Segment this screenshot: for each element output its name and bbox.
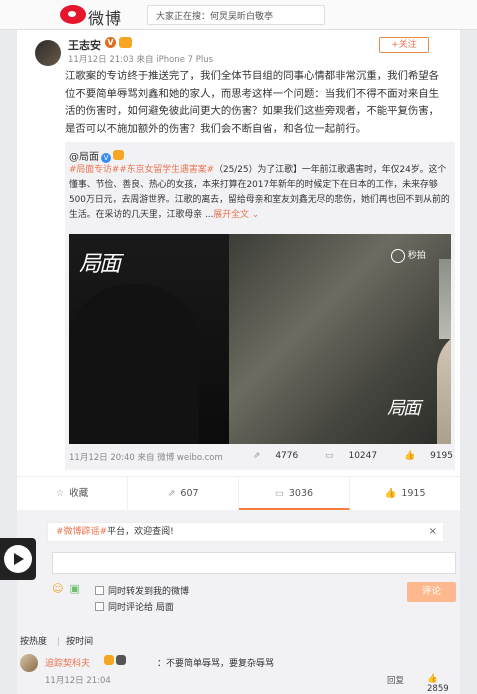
comment-like-button[interactable]: 👍 2859	[427, 674, 460, 694]
repost-checkbox-row[interactable]: 同时转发到我的微博	[95, 584, 189, 597]
comment-icon: ▭	[325, 451, 334, 461]
sort-hot-tab[interactable]: 按热度	[20, 637, 47, 647]
thumbs-up-icon: 👍	[404, 451, 416, 461]
avatar[interactable]	[20, 654, 38, 672]
notice-text: 平台，欢迎查阅!	[107, 527, 174, 537]
repost-stats: ⇗ 4776 ▭ 10247 👍 9195	[229, 451, 453, 461]
repost-author[interactable]: @局面 V	[69, 148, 124, 163]
repost-icon: ⇗	[167, 488, 176, 499]
like-button[interactable]: 👍 1915	[350, 477, 460, 510]
thumbs-up-icon: 👍	[427, 674, 438, 684]
comment-badges	[104, 655, 128, 668]
close-icon[interactable]: ×	[429, 523, 437, 541]
notice-hashtag[interactable]: #微博辟谣#	[56, 527, 107, 537]
repost-count-value: 4776	[275, 451, 299, 461]
like-count-value: 9195	[430, 451, 453, 461]
star-icon: ☆	[55, 488, 65, 499]
expand-link[interactable]: 展开全文 ⌄	[213, 210, 259, 220]
hashtag-link[interactable]: #东京女留学生遇害案#	[119, 165, 214, 175]
comment-checkbox-row[interactable]: 同时评论给 局面	[95, 600, 174, 613]
floating-play-button[interactable]	[0, 538, 36, 580]
reply-button[interactable]: 回复	[387, 674, 404, 686]
comment-tools: ☺ ▣	[52, 582, 86, 595]
post-meta: 11月12日 21:03 来自 iPhone 7 Plus	[68, 55, 214, 65]
expand-label: 展开全文	[213, 210, 249, 220]
comment-time: 11月12日 21:04	[45, 676, 111, 686]
top-navigation-bar: 微博 大家正在搜：何炅吴昕白敬亭	[0, 0, 477, 30]
avatar[interactable]	[35, 40, 61, 66]
verified-v-icon: V	[105, 37, 116, 48]
search-input[interactable]: 大家正在搜：何炅吴昕白敬亭	[147, 5, 325, 25]
comment-section: #微博辟谣#平台，欢迎查阅! × ☺ ▣ 同时转发到我的微博 同时评论给 局面 评…	[17, 510, 460, 694]
repost-author-name[interactable]: @局面	[69, 152, 99, 163]
image-icon[interactable]: ▣	[69, 582, 79, 595]
video-person	[437, 259, 451, 444]
like-label: 1915	[401, 488, 426, 499]
repost-text: #局面专访##东京女留学生遇害案#（25/25）为了江歌】一年前江歌遇害时，年仅…	[69, 163, 453, 223]
comment-username[interactable]: 追踪契科夫	[45, 656, 90, 669]
separator: |	[57, 637, 61, 647]
badge-icon	[116, 655, 126, 665]
medal-icon	[113, 150, 124, 160]
comment-checkbox-label: 同时评论给 局面	[108, 603, 174, 613]
comment-like-count: 2859	[427, 684, 449, 694]
repost-icon: ⇗	[252, 451, 261, 461]
repost-label: 607	[180, 488, 199, 499]
checkbox[interactable]	[95, 602, 104, 611]
post-card: 王志安 V +关注 11月12日 21:03 来自 iPhone 7 Plus …	[17, 30, 460, 510]
post-text: 江歌案的专访终于推送完了，我们全体节目组的同事心情都非常沉重，我们希望各位不要简…	[65, 70, 440, 135]
comment-text: ：不要简单辱骂，要复杂辱骂	[157, 659, 275, 669]
repost-checkbox-label: 同时转发到我的微博	[108, 587, 190, 597]
video-source-label: 秒拍	[407, 251, 426, 261]
comment-count[interactable]: ▭ 10247	[313, 451, 377, 461]
favorite-button[interactable]: ☆ 收藏	[17, 477, 128, 510]
emoji-icon[interactable]: ☺	[52, 582, 63, 595]
submit-comment-button[interactable]: 评论	[407, 582, 456, 602]
video-source-badge: 秒拍	[391, 248, 447, 266]
weibo-eye-icon	[60, 5, 86, 24]
thumbs-up-icon: 👍	[384, 488, 397, 499]
medal-icon	[119, 37, 132, 48]
play-triangle-icon	[14, 553, 24, 565]
sort-time-tab[interactable]: 按时间	[66, 637, 93, 647]
notice-banner: #微博辟谣#平台，欢迎查阅! ×	[47, 522, 444, 542]
comment-label: 3036	[288, 488, 314, 499]
reposted-weibo[interactable]: @局面 V #局面专访##东京女留学生遇害案#（25/25）为了江歌】一年前江歌遇…	[65, 142, 455, 470]
hashtag-link[interactable]: #局面专访#	[69, 165, 119, 175]
jumian-watermark: 局面	[79, 252, 121, 277]
comment-input[interactable]	[52, 552, 456, 574]
jumian-watermark: 局面	[387, 398, 421, 419]
comment-count-value: 10247	[348, 451, 378, 461]
comment-button[interactable]: ▭ 3036	[239, 477, 350, 510]
logo-text: 微博	[88, 9, 123, 28]
verified-blue-icon: V	[101, 153, 111, 163]
action-bar: ☆ 收藏 ⇗ 607 ▭ 3036 👍 1915	[17, 476, 460, 510]
comment-sort-bar: 按热度 | 按时间	[20, 634, 103, 647]
repost-button[interactable]: ⇗ 607	[128, 477, 239, 510]
post-username[interactable]: 王志安	[68, 37, 101, 53]
repost-count[interactable]: ⇗ 4776	[241, 451, 298, 461]
like-count[interactable]: 👍 9195	[392, 451, 453, 461]
comment-icon: ▭	[274, 488, 284, 499]
medal-icon	[104, 655, 114, 665]
follow-button[interactable]: +关注	[379, 37, 429, 53]
play-source-icon	[391, 248, 405, 263]
favorite-label: 收藏	[69, 488, 89, 499]
checkbox[interactable]	[95, 586, 104, 595]
video-player[interactable]: 局面 局面 秒拍	[69, 234, 451, 444]
weibo-logo[interactable]: 微博	[60, 4, 130, 28]
